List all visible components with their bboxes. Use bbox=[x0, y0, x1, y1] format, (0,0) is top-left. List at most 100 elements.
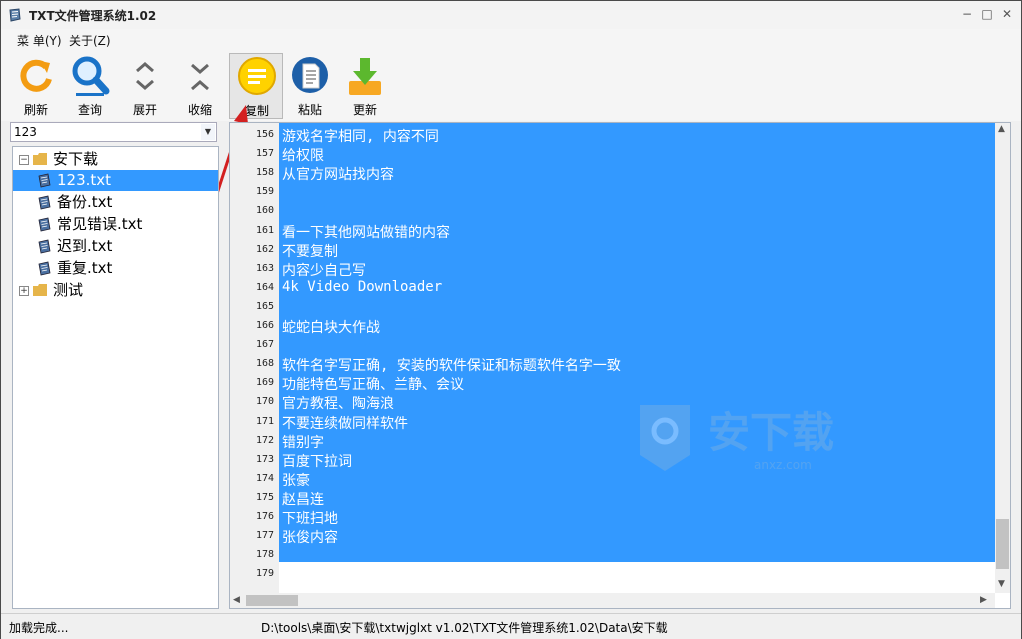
line-number: 165 bbox=[255, 300, 274, 312]
editor-line[interactable]: 错别字 bbox=[282, 432, 324, 452]
editor-line[interactable]: 下班扫地 bbox=[282, 508, 338, 528]
chevron-down-icon[interactable]: ▼ bbox=[201, 124, 215, 140]
editor-line[interactable]: 官方教程、陶海浪 bbox=[282, 393, 394, 413]
scroll-down-icon[interactable]: ▼ bbox=[998, 579, 1005, 589]
minimize-button[interactable]: − bbox=[957, 5, 977, 23]
menu-main[interactable]: 菜 单(Y) bbox=[17, 32, 62, 49]
paste-label: 粘贴 bbox=[297, 103, 322, 117]
search-combo-value: 123 bbox=[14, 125, 37, 139]
line-number: 172 bbox=[255, 434, 274, 446]
title-bar[interactable]: TXT文件管理系统1.02 − □ ✕ bbox=[1, 1, 1021, 30]
expand-label: 展开 bbox=[132, 103, 157, 117]
refresh-label: 刷新 bbox=[23, 103, 48, 117]
update-button[interactable]: 更新 bbox=[338, 53, 392, 119]
editor-line[interactable]: 不要连续做同样软件 bbox=[282, 413, 408, 433]
scroll-up-icon[interactable]: ▲ bbox=[998, 124, 1005, 134]
editor-line[interactable]: 内容少自己写 bbox=[282, 260, 366, 280]
expand-button[interactable]: 展开 bbox=[118, 53, 172, 119]
vertical-scrollbar[interactable]: ▲ ▼ bbox=[995, 123, 1010, 593]
expand-toggle-icon[interactable]: + bbox=[19, 286, 29, 296]
line-number: 171 bbox=[255, 415, 274, 427]
text-editor[interactable]: 156 游戏名字相同, 内容不同 157 给权限 158 从官方网站找内容 159 160 16… bbox=[229, 122, 1011, 609]
line-number: 174 bbox=[255, 472, 274, 484]
line-number: 177 bbox=[255, 530, 274, 542]
txt-file-icon bbox=[38, 195, 51, 210]
paste-button[interactable]: 粘贴 bbox=[283, 53, 337, 119]
tree-file-label: 123.txt bbox=[57, 171, 112, 189]
scroll-right-icon[interactable]: ▶ bbox=[980, 595, 987, 605]
editor-line[interactable]: 从官方网站找内容 bbox=[282, 164, 394, 184]
paste-icon bbox=[292, 57, 328, 93]
line-number: 166 bbox=[255, 320, 274, 331]
folder-icon bbox=[33, 284, 47, 296]
txt-file-icon bbox=[38, 173, 51, 188]
update-label: 更新 bbox=[352, 103, 377, 117]
search-button[interactable]: 查询 bbox=[63, 53, 117, 119]
line-number: 162 bbox=[255, 243, 274, 255]
copy-icon bbox=[238, 57, 276, 95]
toolbar: 刷新 查询 展开 收缩 复制 粘贴 更新 bbox=[1, 51, 1021, 121]
line-number: 159 bbox=[255, 186, 274, 198]
line-number: 156 bbox=[255, 129, 274, 140]
refresh-icon bbox=[20, 59, 52, 92]
refresh-button[interactable]: 刷新 bbox=[9, 53, 63, 119]
collapse-icon bbox=[191, 63, 209, 91]
line-number: 168 bbox=[255, 358, 274, 370]
editor-line[interactable]: 软件名字写正确, 安装的软件保证和标题软件名字一致 bbox=[282, 355, 621, 375]
tree-folder-label: 测试 bbox=[53, 281, 84, 299]
editor-line[interactable]: 游戏名字相同, 内容不同 bbox=[282, 126, 439, 146]
editor-line[interactable]: 不要复制 bbox=[282, 241, 338, 261]
line-number: 173 bbox=[255, 453, 274, 465]
editor-line[interactable]: 4k Video Downloader bbox=[282, 279, 442, 295]
line-number: 157 bbox=[255, 148, 274, 160]
app-window: TXT文件管理系统1.02 − □ ✕ 菜 单(Y) 关于(Z) 刷新 查询 展… bbox=[0, 0, 1022, 639]
app-icon bbox=[9, 8, 21, 22]
collapse-toggle-icon[interactable]: − bbox=[19, 155, 29, 165]
editor-line[interactable]: 功能特色写正确、兰静、会议 bbox=[282, 374, 464, 394]
line-number: 164 bbox=[255, 281, 274, 293]
tree-folder-ceshi[interactable]: + 测试 bbox=[13, 280, 218, 301]
editor-line[interactable]: 给权限 bbox=[282, 145, 324, 165]
scroll-left-icon[interactable]: ◀ bbox=[233, 595, 240, 605]
tree-folder-anxiazai[interactable]: − 安下载 bbox=[13, 149, 218, 170]
tree-file-item[interactable]: 迟到.txt bbox=[13, 236, 218, 257]
line-number: 176 bbox=[255, 511, 274, 522]
file-tree[interactable]: − 安下载 123.txt 备份.txt 常见错误.txt 迟到.txt 重复.… bbox=[12, 146, 219, 609]
watermark-subtext: anxz.com bbox=[754, 458, 812, 472]
vertical-scroll-thumb[interactable] bbox=[996, 519, 1009, 569]
tree-file-label: 备份.txt bbox=[57, 193, 113, 211]
tree-file-item[interactable]: 常见错误.txt bbox=[13, 214, 218, 235]
line-number: 161 bbox=[255, 224, 274, 236]
editor-line[interactable]: 张豪 bbox=[282, 470, 310, 490]
window-title: TXT文件管理系统1.02 bbox=[29, 9, 157, 23]
text-selection bbox=[279, 123, 995, 562]
tree-file-item[interactable]: 备份.txt bbox=[13, 192, 218, 213]
maximize-button[interactable]: □ bbox=[977, 5, 997, 23]
horizontal-scroll-thumb[interactable] bbox=[246, 595, 298, 606]
editor-line[interactable]: 蛇蛇白块大作战 bbox=[282, 317, 380, 337]
tree-file-label: 重复.txt bbox=[57, 259, 113, 277]
line-number: 160 bbox=[255, 205, 274, 217]
tree-folder-label: 安下载 bbox=[53, 150, 99, 168]
menu-about[interactable]: 关于(Z) bbox=[69, 32, 111, 49]
line-number: 169 bbox=[255, 377, 274, 389]
editor-line[interactable]: 赵昌连 bbox=[282, 489, 324, 509]
status-path: D:\tools\桌面\安下载\txtwjglxt v1.02\TXT文件管理系… bbox=[261, 621, 668, 635]
search-label: 查询 bbox=[77, 103, 102, 117]
tree-file-item[interactable]: 123.txt bbox=[13, 170, 218, 191]
line-number: 175 bbox=[255, 491, 274, 503]
editor-line[interactable]: 张俊内容 bbox=[282, 527, 338, 547]
tree-file-item[interactable]: 重复.txt bbox=[13, 258, 218, 279]
line-number: 170 bbox=[255, 396, 274, 408]
close-button[interactable]: ✕ bbox=[997, 5, 1017, 23]
horizontal-scrollbar[interactable]: ◀ ▶ bbox=[230, 593, 995, 608]
editor-line[interactable]: 看一下其他网站做错的内容 bbox=[282, 222, 450, 242]
menu-bar: 菜 单(Y) 关于(Z) bbox=[1, 29, 1021, 51]
tree-file-label: 迟到.txt bbox=[57, 237, 113, 255]
tree-file-label: 常见错误.txt bbox=[57, 215, 143, 233]
txt-file-icon bbox=[38, 217, 51, 232]
download-icon bbox=[349, 58, 381, 95]
editor-line[interactable]: 百度下拉词 bbox=[282, 451, 352, 471]
search-combo[interactable]: 123 ▼ bbox=[10, 122, 217, 142]
txt-file-icon bbox=[38, 261, 51, 276]
